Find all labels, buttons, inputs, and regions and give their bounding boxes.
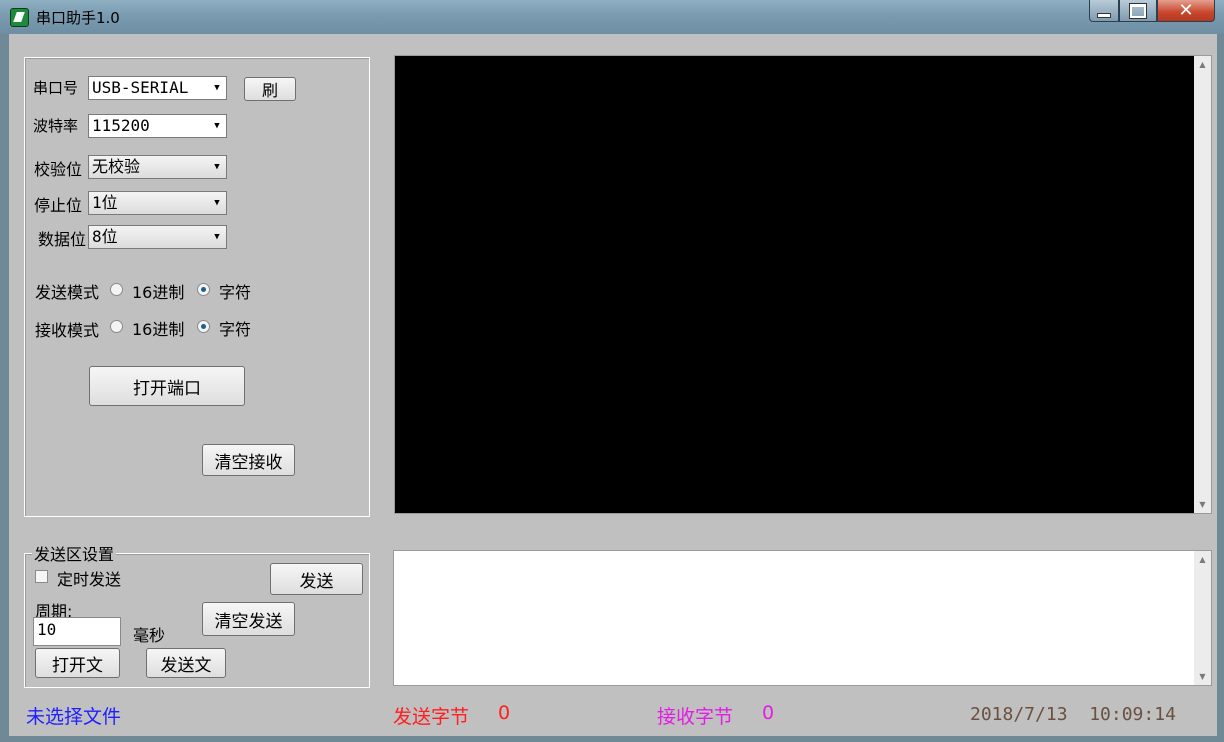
- send-button[interactable]: 发送: [270, 563, 363, 595]
- sent-bytes-value: 0: [498, 702, 511, 724]
- period-input[interactable]: 10: [33, 617, 121, 646]
- send-settings-title: 发送区设置: [32, 541, 117, 565]
- receive-mode-char-label: 字符: [219, 320, 252, 339]
- maximize-button[interactable]: [1119, 0, 1157, 22]
- maximize-icon: [1130, 3, 1146, 18]
- close-icon: ✕: [1178, 0, 1194, 21]
- receive-mode-label: 接收模式: [35, 321, 100, 340]
- file-status: 未选择文件: [26, 706, 122, 728]
- open-file-button[interactable]: 打开文: [35, 648, 120, 678]
- scroll-down-icon[interactable]: ▼: [1194, 668, 1211, 685]
- minimize-button[interactable]: [1089, 0, 1119, 22]
- open-port-button[interactable]: 打开端口: [89, 366, 245, 406]
- chevron-down-icon: ▼: [208, 156, 226, 178]
- baud-select[interactable]: 115200 ▼: [88, 114, 227, 138]
- parity-select[interactable]: 无校验 ▼: [88, 155, 227, 179]
- close-button[interactable]: ✕: [1157, 0, 1215, 22]
- datetime-display: 2018/7/13 10:09:14: [970, 704, 1176, 725]
- port-select[interactable]: USB-SERIAL ▼: [88, 76, 227, 100]
- chevron-down-icon: ▼: [208, 77, 226, 99]
- stopbits-select[interactable]: 1位 ▼: [88, 191, 227, 215]
- timed-send-checkbox[interactable]: [35, 570, 48, 583]
- send-mode-char-radio[interactable]: [197, 283, 210, 296]
- client-area: 串口号 USB-SERIAL ▼ 刷 波特率 115200 ▼ 校验位 无校验 …: [9, 34, 1217, 736]
- port-label: 串口号: [33, 79, 79, 97]
- sent-bytes-label: 发送字节: [393, 706, 470, 728]
- title-bar: 串口助手1.0 ✕: [0, 0, 1224, 34]
- baud-label: 波特率: [33, 117, 79, 135]
- port-select-value: USB-SERIAL: [92, 78, 189, 97]
- parity-select-value: 无校验: [92, 157, 141, 176]
- clear-receive-button[interactable]: 清空接收: [202, 444, 295, 476]
- scroll-down-icon[interactable]: ▼: [1194, 496, 1211, 513]
- send-mode-label: 发送模式: [35, 283, 100, 302]
- send-mode-hex-radio[interactable]: [110, 283, 123, 296]
- send-file-button[interactable]: 发送文: [146, 648, 226, 678]
- send-textarea[interactable]: ▲ ▼: [393, 550, 1212, 686]
- timed-send-label: 定时发送: [57, 570, 122, 589]
- chevron-down-icon: ▼: [208, 192, 226, 214]
- receive-mode-hex-radio[interactable]: [110, 320, 123, 333]
- receive-mode-char-radio[interactable]: [197, 320, 210, 333]
- window-title: 串口助手1.0: [36, 9, 120, 27]
- send-mode-hex-label: 16进制: [132, 283, 185, 302]
- stopbits-select-value: 1位: [92, 193, 118, 212]
- receive-textarea[interactable]: ▲ ▼: [394, 55, 1212, 514]
- databits-select[interactable]: 8位 ▼: [88, 225, 227, 249]
- scroll-up-icon[interactable]: ▲: [1194, 551, 1211, 568]
- refresh-button[interactable]: 刷: [244, 77, 296, 101]
- clear-send-button[interactable]: 清空发送: [202, 602, 295, 636]
- period-unit-label: 毫秒: [133, 626, 166, 645]
- chevron-down-icon: ▼: [208, 226, 226, 248]
- stopbits-label: 停止位: [34, 196, 83, 215]
- send-mode-char-label: 字符: [219, 283, 252, 302]
- parity-label: 校验位: [34, 160, 83, 179]
- receive-scrollbar[interactable]: ▲ ▼: [1194, 56, 1211, 513]
- received-bytes-value: 0: [762, 702, 775, 724]
- chevron-down-icon: ▼: [208, 115, 226, 137]
- app-icon: [10, 8, 29, 27]
- databits-label: 数据位: [38, 230, 87, 249]
- scroll-up-icon[interactable]: ▲: [1194, 56, 1211, 73]
- received-bytes-label: 接收字节: [657, 706, 734, 728]
- baud-select-value: 115200: [92, 116, 150, 135]
- send-scrollbar[interactable]: ▲ ▼: [1194, 551, 1211, 685]
- databits-select-value: 8位: [92, 227, 118, 246]
- minimize-icon: [1097, 13, 1111, 18]
- receive-mode-hex-label: 16进制: [132, 320, 185, 339]
